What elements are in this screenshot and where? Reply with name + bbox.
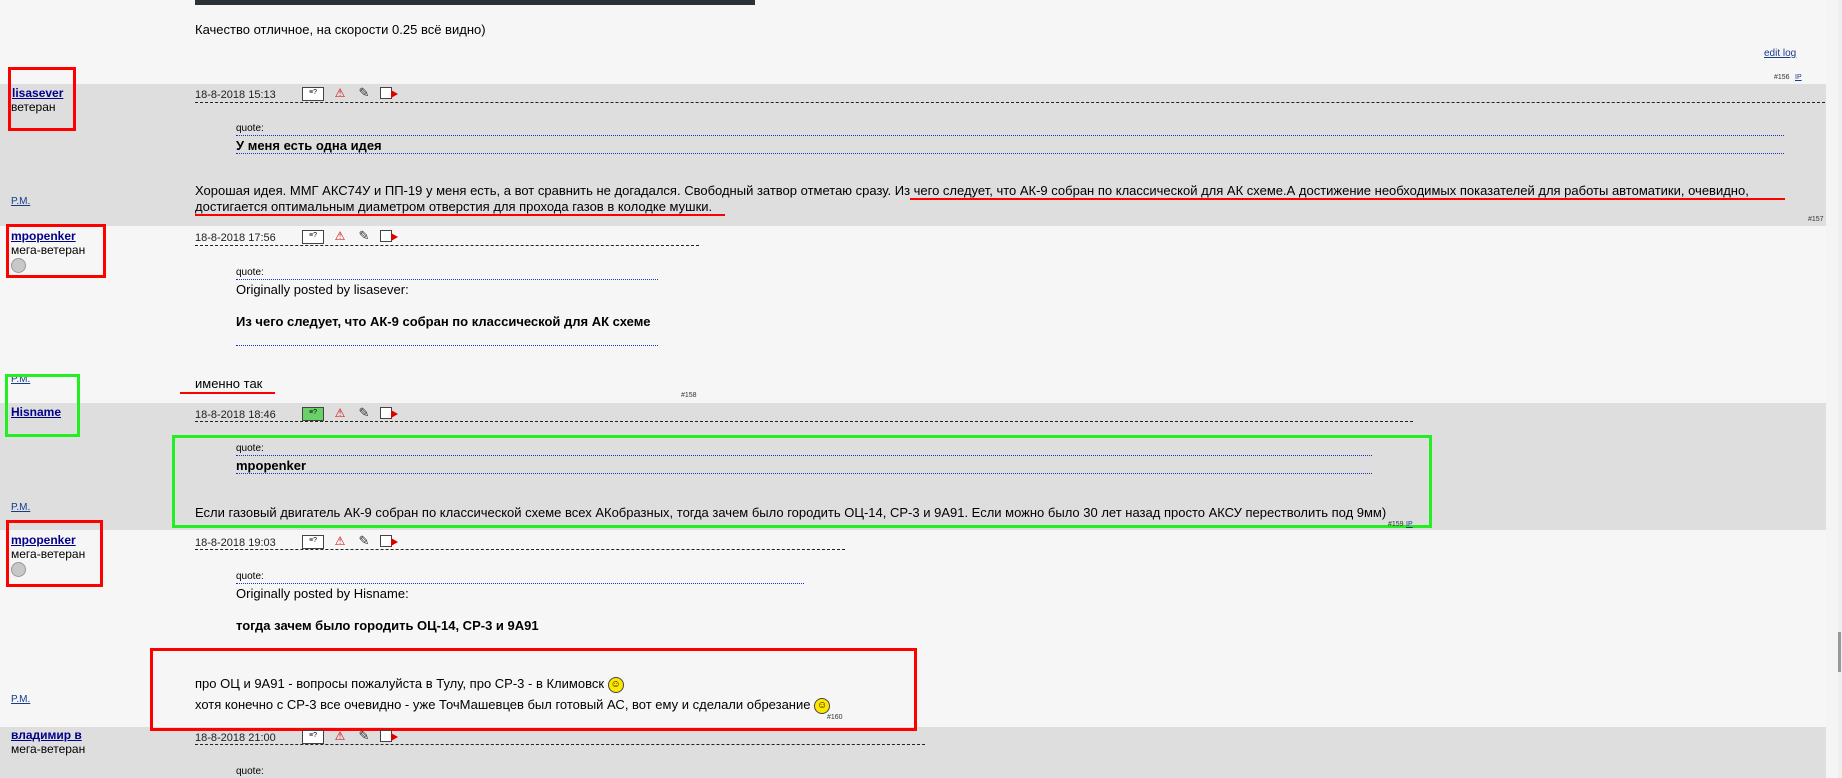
annotation-box bbox=[6, 520, 103, 587]
post-action-icons: ≡? ⚠ ✎ bbox=[302, 729, 398, 744]
warn-icon[interactable]: ⚠ bbox=[332, 230, 348, 242]
username-link[interactable]: Hisname bbox=[11, 405, 61, 419]
edit-icon[interactable]: ✎ bbox=[356, 406, 372, 419]
post-header-divider bbox=[195, 245, 699, 246]
scrollbar-thumb[interactable] bbox=[1838, 632, 1841, 672]
ip-link[interactable]: IP bbox=[1406, 521, 1413, 528]
annotation-box bbox=[6, 224, 106, 278]
image-bottom-edge bbox=[195, 0, 755, 5]
edit-icon[interactable]: ✎ bbox=[356, 229, 372, 242]
message-highlight: Из чего следует, что АК-9 собран по клас… bbox=[894, 183, 1749, 198]
post-155-tail bbox=[0, 0, 1826, 84]
smiley-icon: ☺ bbox=[814, 697, 831, 714]
quote-text: mpopenker bbox=[236, 458, 307, 473]
quote-text: Из чего следует, что АК-9 собран по клас… bbox=[236, 314, 651, 329]
post-header-divider bbox=[195, 549, 845, 550]
scrollbar[interactable] bbox=[1838, 0, 1842, 778]
quote-origin: Originally posted by Hisname: bbox=[236, 586, 409, 601]
profile-icon[interactable]: ≡? bbox=[302, 87, 324, 101]
post-message: Качество отличное, на скорости 0.25 всё … bbox=[195, 22, 486, 37]
warn-icon[interactable]: ⚠ bbox=[332, 535, 348, 547]
reply-icon[interactable] bbox=[380, 230, 398, 242]
post-header-divider bbox=[195, 421, 1413, 422]
quote-text: У меня есть одна идея bbox=[236, 138, 382, 153]
quote-top-line bbox=[236, 135, 1784, 136]
quote-origin: Originally posted by lisasever: bbox=[236, 282, 409, 297]
quote-bottom-line bbox=[236, 473, 1372, 474]
edit-log-link[interactable]: edit log bbox=[1764, 48, 1796, 59]
post-number: #157 bbox=[1808, 216, 1824, 223]
post-message-cont: достигается оптимальным диаметром отверс… bbox=[195, 199, 713, 214]
quote-bottom-line bbox=[236, 153, 1784, 154]
quote-top-line bbox=[236, 455, 1372, 456]
username-link[interactable]: владимир в bbox=[11, 728, 82, 742]
post-date: 18-8-2018 17:56 bbox=[195, 232, 276, 244]
post-action-icons: ≡? ⚠ ✎ bbox=[302, 406, 398, 421]
post-action-icons: ≡? ⚠ ✎ bbox=[302, 229, 398, 244]
profile-icon[interactable]: ≡? bbox=[302, 730, 324, 744]
edit-icon[interactable]: ✎ bbox=[356, 534, 372, 547]
quote-label: quote: bbox=[236, 267, 264, 278]
post-date: 18-8-2018 18:46 bbox=[195, 409, 276, 421]
edit-icon[interactable]: ✎ bbox=[356, 729, 372, 742]
quote-label: quote: bbox=[236, 766, 264, 777]
highlight-underline bbox=[180, 392, 275, 394]
post-message: Если газовый двигатель АК-9 собран по кл… bbox=[195, 505, 1387, 520]
profile-icon[interactable]: ≡? bbox=[302, 230, 324, 244]
pm-link[interactable]: P.M. bbox=[11, 196, 30, 207]
post-action-icons: ≡? ⚠ ✎ bbox=[302, 534, 398, 549]
quote-top-line bbox=[236, 279, 658, 280]
message-part: Хорошая идея. ММГ АКС74У и ПП-19 у меня … bbox=[195, 183, 895, 198]
profile-icon[interactable]: ≡? bbox=[302, 535, 324, 549]
quote-label: quote: bbox=[236, 443, 264, 454]
post-number: #160 bbox=[827, 714, 843, 721]
quote-top-line bbox=[236, 583, 804, 584]
post-header-divider bbox=[195, 744, 925, 745]
reply-icon[interactable] bbox=[380, 535, 398, 547]
quote-label: quote: bbox=[236, 123, 264, 134]
post-action-icons: ≡? ⚠ ✎ bbox=[302, 86, 398, 101]
post-message: Хорошая идея. ММГ АКС74У и ПП-19 у меня … bbox=[195, 183, 1749, 198]
post-message: про ОЦ и 9А91 - вопросы пожалуйста в Тул… bbox=[195, 676, 624, 693]
post-header-divider bbox=[195, 102, 1825, 103]
reply-icon[interactable] bbox=[380, 87, 398, 99]
smiley-icon: ☺ bbox=[607, 676, 624, 693]
highlight-underline bbox=[195, 214, 725, 216]
post-message: именно так bbox=[195, 376, 263, 391]
reply-icon[interactable] bbox=[380, 730, 398, 742]
warn-icon[interactable]: ⚠ bbox=[332, 407, 348, 419]
profile-icon[interactable]: ≡? bbox=[302, 407, 324, 421]
pm-link[interactable]: P.M. bbox=[11, 502, 30, 513]
warn-icon[interactable]: ⚠ bbox=[332, 730, 348, 742]
highlight-underline bbox=[910, 198, 1785, 200]
post-number: #159 bbox=[1388, 521, 1404, 528]
quote-bottom-line bbox=[236, 345, 658, 346]
ip-link[interactable]: IP bbox=[1795, 74, 1802, 81]
warn-icon[interactable]: ⚠ bbox=[332, 87, 348, 99]
user-rank: мега-ветеран bbox=[11, 742, 86, 756]
annotation-box bbox=[8, 67, 76, 131]
quote-text: тогда зачем было городить ОЦ-14, СР-3 и … bbox=[236, 618, 539, 633]
edit-icon[interactable]: ✎ bbox=[356, 86, 372, 99]
message-line: хотя конечно с СР-3 все очевидно - уже Т… bbox=[195, 697, 811, 712]
quote-label: quote: bbox=[236, 571, 264, 582]
post-date: 18-8-2018 21:00 bbox=[195, 732, 276, 744]
post-number: #156 bbox=[1774, 74, 1790, 81]
message-line: про ОЦ и 9А91 - вопросы пожалуйста в Тул… bbox=[195, 676, 605, 691]
post-date: 18-8-2018 15:13 bbox=[195, 89, 276, 101]
post-date: 18-8-2018 19:03 bbox=[195, 537, 276, 549]
post-number: #158 bbox=[681, 392, 697, 399]
post-message: хотя конечно с СР-3 все очевидно - уже Т… bbox=[195, 697, 831, 714]
reply-icon[interactable] bbox=[380, 407, 398, 419]
pm-link[interactable]: P.M. bbox=[11, 694, 30, 705]
